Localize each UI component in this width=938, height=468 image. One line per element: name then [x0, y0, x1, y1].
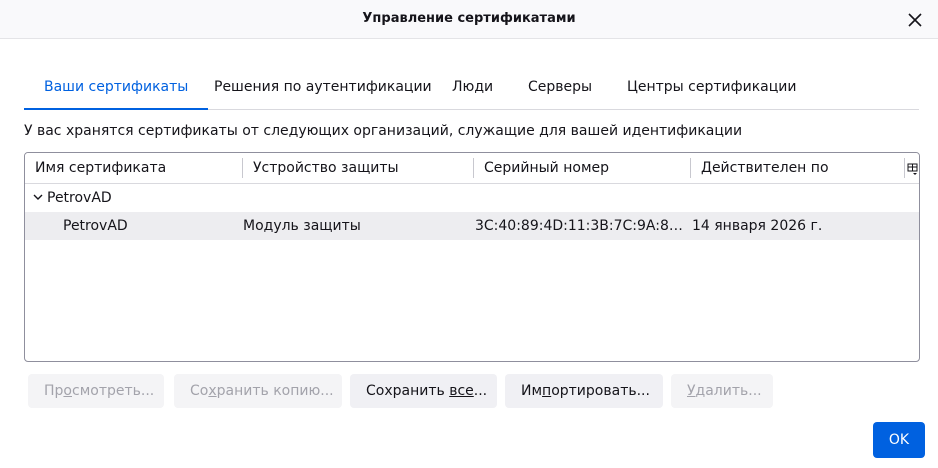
import-button-label-end: ортировать...	[551, 383, 650, 399]
tab-your-certificates[interactable]: Ваши сертификаты	[24, 66, 209, 110]
backup-button[interactable]: Сохранить копию...	[174, 374, 342, 408]
cell-security-device: Модуль защиты	[243, 218, 361, 234]
description-text: У вас хранятся сертификаты от следующих …	[24, 123, 743, 139]
tab-authentication-decisions[interactable]: Решения по аутентификации	[194, 66, 452, 109]
backup-button-label-start: Со	[190, 383, 209, 399]
delete-button-label-end: далить...	[695, 383, 762, 399]
column-separator[interactable]	[690, 158, 691, 178]
close-icon[interactable]	[905, 10, 925, 30]
tree-header: Имя сертификата Устройство защиты Серийн…	[25, 153, 919, 184]
import-button[interactable]: Импортировать...	[505, 374, 663, 408]
chevron-down-icon[interactable]	[32, 184, 44, 212]
backup-all-button[interactable]: Сохранить все...	[350, 374, 497, 408]
view-button[interactable]: Просмотреть...	[28, 374, 164, 408]
backup-all-button-label-end: ...	[473, 383, 488, 399]
import-button-accesskey: п	[542, 383, 552, 399]
column-header-expires[interactable]: Действителен по	[701, 153, 829, 184]
import-button-label-start: Им	[521, 383, 543, 399]
tab-authorities[interactable]: Центры сертификации	[607, 66, 816, 109]
view-button-label-start: Пр	[44, 383, 64, 399]
backup-all-button-accesskey: все	[449, 383, 474, 399]
column-header-device[interactable]: Устройство защиты	[253, 153, 399, 184]
column-separator[interactable]	[473, 158, 474, 178]
cell-cert-name: PetrovAD	[63, 218, 128, 234]
column-header-serial[interactable]: Серийный номер	[484, 153, 609, 184]
ok-button[interactable]: OK	[873, 422, 925, 458]
column-picker-icon[interactable]	[905, 153, 919, 184]
dialog-title: Управление сертификатами	[362, 11, 576, 26]
backup-button-accesskey: х	[208, 383, 217, 399]
certificate-tree[interactable]: Имя сертификата Устройство защиты Серийн…	[24, 152, 920, 362]
delete-button[interactable]: Удалить...	[671, 374, 773, 408]
cell-serial-number: 3C:40:89:4D:11:3B:7C:9A:85:B4...	[475, 218, 688, 234]
column-header-name[interactable]: Имя сертификата	[35, 153, 166, 184]
dialog-titlebar: Управление сертификатами	[0, 0, 938, 39]
cell-expires-on: 14 января 2026 г.	[692, 218, 823, 234]
backup-button-label-end: ранить копию...	[216, 383, 334, 399]
delete-button-accesskey: У	[687, 383, 696, 399]
column-separator[interactable]	[242, 158, 243, 178]
tab-servers[interactable]: Серверы	[508, 66, 612, 109]
backup-all-button-label-start: Сохранить	[366, 383, 450, 399]
group-name: PetrovAD	[47, 190, 112, 206]
table-row[interactable]: PetrovAD Модуль защиты 3C:40:89:4D:11:3B…	[25, 212, 919, 240]
tab-strip: Ваши сертификаты Решения по аутентификац…	[24, 66, 919, 110]
view-button-label-end: смотреть...	[72, 383, 155, 399]
tree-group-row[interactable]: PetrovAD	[25, 184, 919, 212]
tab-people[interactable]: Люди	[432, 66, 513, 109]
view-button-accesskey: о	[63, 383, 72, 399]
